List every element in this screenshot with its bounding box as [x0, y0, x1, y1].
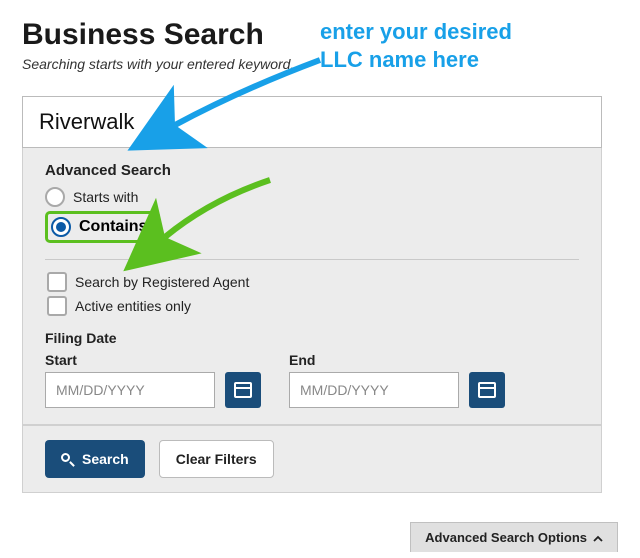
advanced-search-panel: Advanced Search Starts with Contains Sea… — [22, 148, 602, 425]
radio-icon — [51, 217, 71, 237]
calendar-icon — [478, 382, 496, 398]
search-icon — [61, 453, 74, 466]
chevron-up-icon — [593, 530, 603, 545]
checkbox-icon — [47, 296, 67, 316]
search-input[interactable] — [22, 96, 602, 148]
radio-label: Starts with — [73, 189, 138, 205]
start-date-calendar-button[interactable] — [225, 372, 261, 408]
end-date-input[interactable] — [289, 372, 459, 408]
divider — [45, 259, 579, 260]
checkbox-label: Active entities only — [75, 298, 191, 314]
clear-filters-button[interactable]: Clear Filters — [159, 440, 274, 478]
advanced-search-title: Advanced Search — [45, 162, 579, 179]
calendar-icon — [234, 382, 252, 398]
end-date-calendar-button[interactable] — [469, 372, 505, 408]
filing-date-row: Start End — [45, 352, 579, 408]
annotation-text: enter your desired LLC name here — [320, 18, 512, 73]
radio-icon — [45, 187, 65, 207]
checkbox-icon — [47, 272, 67, 292]
checkbox-registered-agent[interactable]: Search by Registered Agent — [45, 272, 579, 292]
filing-date-title: Filing Date — [45, 330, 579, 346]
search-button-label: Search — [82, 451, 129, 467]
search-button[interactable]: Search — [45, 440, 145, 478]
checkbox-active-only[interactable]: Active entities only — [45, 296, 579, 316]
radio-label: Contains — [79, 218, 147, 236]
radio-starts-with[interactable]: Starts with — [45, 187, 579, 207]
radio-contains[interactable]: Contains — [45, 211, 160, 243]
toggle-label: Advanced Search Options — [425, 530, 587, 545]
start-date-label: Start — [45, 352, 261, 368]
end-date-label: End — [289, 352, 505, 368]
advanced-search-toggle[interactable]: Advanced Search Options — [410, 522, 618, 552]
start-date-input[interactable] — [45, 372, 215, 408]
checkbox-label: Search by Registered Agent — [75, 274, 249, 290]
action-bar: Search Clear Filters — [22, 425, 602, 493]
